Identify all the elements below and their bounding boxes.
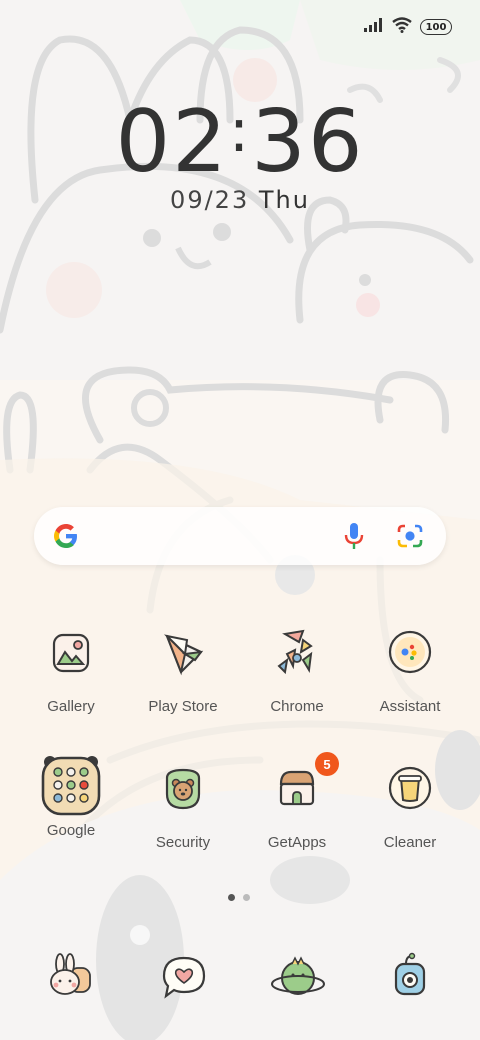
app-assistant[interactable]: Assistant: [355, 628, 465, 715]
app-label: Google: [46, 822, 96, 839]
date-text: 09/23: [170, 186, 250, 214]
app-label: Cleaner: [383, 834, 437, 851]
microphone-icon[interactable]: [342, 522, 366, 550]
google-g-icon: [50, 520, 82, 552]
cleaner-icon: [384, 764, 436, 816]
app-label: Assistant: [379, 698, 441, 715]
google-lens-icon[interactable]: [396, 523, 424, 549]
clock-minutes: 36: [251, 92, 365, 192]
messages-heart-icon: [154, 956, 214, 1010]
page-dot: [243, 894, 250, 901]
dock-app-4[interactable]: [382, 950, 442, 1006]
app-label: Gallery: [47, 698, 95, 715]
wifi-icon: [392, 16, 412, 38]
battery-indicator: 100: [420, 19, 452, 35]
bunny-app-icon: [40, 953, 100, 1010]
app-label: Security: [155, 834, 211, 851]
clock-hours: 02: [115, 92, 229, 192]
security-icon: [157, 764, 209, 816]
dock-app-2[interactable]: [154, 950, 214, 1006]
dock-app-3[interactable]: [268, 950, 328, 1006]
google-search-bar[interactable]: [34, 507, 446, 565]
app-cleaner[interactable]: Cleaner: [355, 764, 465, 851]
weekday-text: Thu: [258, 186, 310, 214]
signal-bars-icon: [364, 17, 384, 37]
page-dot-active: [228, 894, 235, 901]
page-indicator[interactable]: [228, 894, 250, 901]
status-bar: 100: [364, 16, 452, 38]
app-chrome[interactable]: Chrome: [242, 628, 352, 715]
chrome-icon: [271, 628, 323, 680]
lock-clock[interactable]: 02:36: [0, 92, 480, 192]
app-label: GetApps: [267, 834, 327, 851]
assistant-icon: [384, 628, 436, 680]
gallery-icon: [45, 628, 97, 680]
app-gallery[interactable]: Gallery: [16, 628, 126, 715]
app-label: Chrome: [270, 698, 324, 715]
app-google-folder[interactable]: Google: [16, 754, 126, 839]
app-label: Play Store: [148, 698, 218, 715]
dock-app-1[interactable]: [40, 950, 100, 1006]
planet-app-icon: [268, 956, 328, 1010]
app-security[interactable]: Security: [128, 764, 238, 851]
app-getapps[interactable]: 5 GetApps: [242, 752, 352, 851]
date-display[interactable]: 09/23 Thu: [0, 186, 480, 214]
clock-separator: :: [228, 96, 252, 166]
app-play-store[interactable]: Play Store: [128, 628, 238, 715]
play-store-icon: [157, 628, 209, 680]
google-folder-icon: [38, 752, 104, 818]
getapps-icon: 5: [271, 752, 339, 816]
camera-app-icon: [382, 952, 442, 1010]
notification-badge: 5: [315, 752, 339, 776]
